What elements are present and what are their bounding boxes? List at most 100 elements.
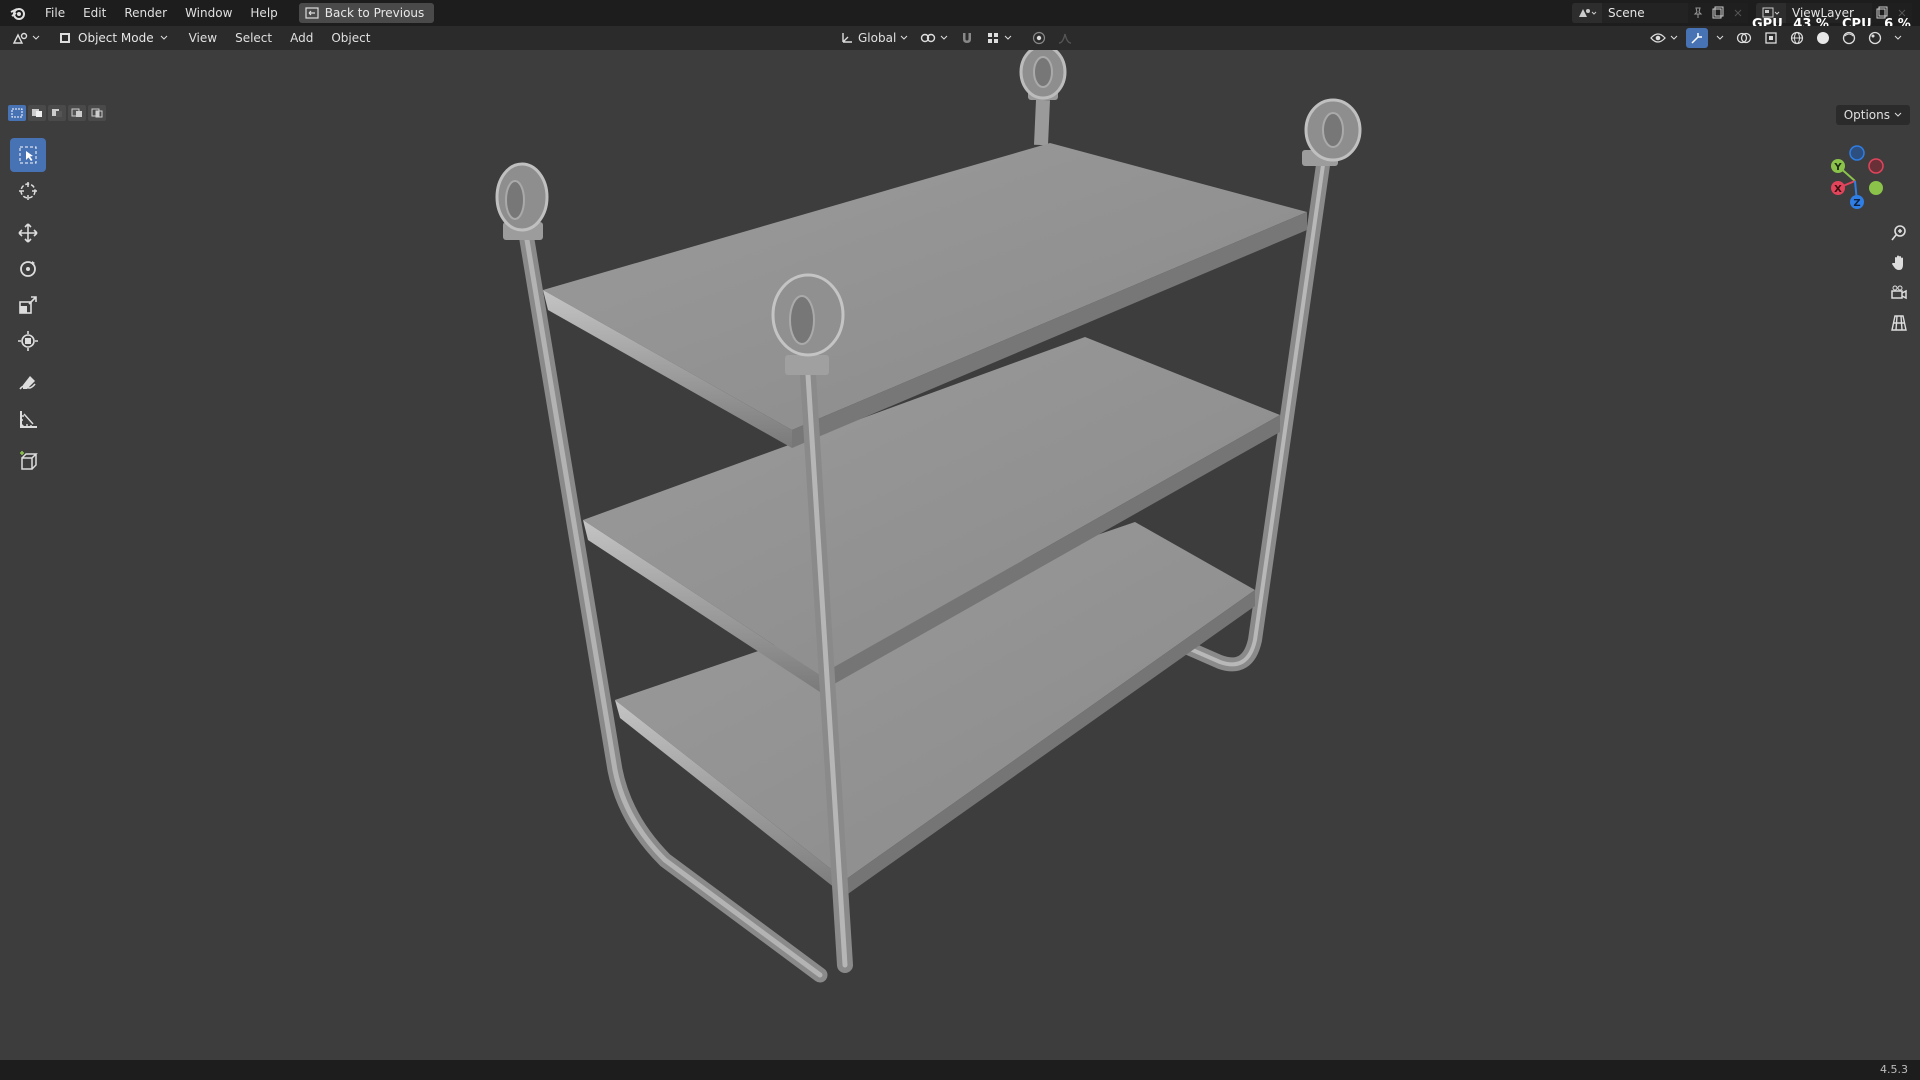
select-intersect-icon[interactable] [88,105,106,121]
status-bar: 4.5.3 [0,1060,1920,1080]
remove-scene-icon[interactable] [1728,3,1748,23]
chevron-down-icon [32,35,40,40]
blender-logo-icon[interactable] [8,3,28,23]
viewport-header: Object Mode View Select Add Object Globa… [0,26,1920,50]
overlays-icon [1736,32,1752,44]
chevron-down-icon [1716,35,1724,40]
shelf-model[interactable] [0,50,1920,1060]
eye-icon [1650,33,1666,43]
header-menu-object[interactable]: Object [322,29,379,47]
visibility-dropdown[interactable] [1646,28,1682,48]
blender-version: 4.5.3 [1880,1063,1908,1076]
header-menu-view[interactable]: View [180,29,226,47]
pivot-point-icon [921,33,936,43]
pivot-point-dropdown[interactable] [916,28,952,48]
transform-orientation-dropdown[interactable]: Global [836,28,912,48]
menu-edit[interactable]: Edit [74,3,115,23]
3d-viewport[interactable]: Options Y X Z [0,50,1920,1060]
transform-controls: Global [836,28,1076,48]
menu-help[interactable]: Help [241,3,286,23]
orientation-axes-icon [842,33,852,43]
caster-front-left [495,162,549,240]
select-new-icon[interactable] [8,105,26,121]
scale-tool-icon[interactable] [10,288,46,322]
wireframe-shading-button[interactable] [1786,28,1808,48]
caster-back-right [1302,98,1362,166]
caster-back-left [1019,50,1067,100]
gizmo-neg-y-icon[interactable] [1869,181,1883,195]
blender-window: File Edit Render Window Help Back to Pre… [0,0,1920,1080]
add-cube-tool-icon[interactable] [10,444,46,478]
proportional-editing-toggle[interactable] [1028,28,1050,48]
scene-name-field[interactable]: Scene [1602,3,1688,23]
chevron-down-icon [160,35,167,40]
gizmo-y-label: Y [1833,162,1842,173]
measure-tool-icon[interactable] [10,402,46,436]
gizmo-toggle[interactable] [1686,28,1708,48]
header-menu-add[interactable]: Add [281,29,322,47]
snap-increment-icon [988,33,999,43]
move-tool-icon[interactable] [10,216,46,250]
object-mode-dropdown[interactable]: Object Mode [52,28,174,48]
annotate-tool-icon[interactable] [10,366,46,400]
scene-icon[interactable] [1572,3,1602,23]
gizmo-dropdown[interactable] [1712,28,1728,48]
solid-sphere-icon [1817,32,1829,44]
xray-toggle[interactable] [1760,28,1782,48]
menu-window[interactable]: Window [176,3,241,23]
magnet-icon [963,33,972,43]
pan-hand-icon[interactable] [1886,250,1912,276]
chevron-down-icon [1894,35,1902,40]
wireframe-sphere-icon [1790,31,1804,45]
viewport-shading-controls [1646,28,1906,48]
gizmo-neg-x-icon[interactable] [1868,158,1884,174]
menu-file[interactable]: File [36,3,74,23]
gizmo-neg-z-icon[interactable] [1849,145,1865,161]
gizmo-icon [1691,33,1702,44]
chevron-down-icon [900,35,908,40]
rendered-sphere-icon [1868,31,1882,45]
chevron-down-icon [1894,112,1902,117]
transform-orientation-label: Global [858,31,897,45]
header-menu-select[interactable]: Select [226,29,281,47]
viewport-navigation-buttons [1886,220,1912,340]
proportional-falloff-dropdown[interactable] [1054,28,1076,48]
screen-back-icon [305,7,319,19]
top-menu-bar: File Edit Render Window Help Back to Pre… [0,0,1920,32]
viewport-options-button[interactable]: Options [1835,105,1910,125]
options-label: Options [1843,108,1890,122]
rendered-shading-button[interactable] [1864,28,1886,48]
scene-selector[interactable]: Scene [1572,3,1748,23]
select-subtract-icon[interactable] [48,105,66,121]
chevron-down-icon [1004,35,1012,40]
cursor-tool-icon[interactable] [10,174,46,208]
select-invert-icon[interactable] [68,105,86,121]
3d-viewport-icon [12,32,28,44]
material-sphere-icon [1842,31,1856,45]
xray-icon [1765,32,1777,44]
back-to-previous-button[interactable]: Back to Previous [298,3,435,23]
snap-target-dropdown[interactable] [982,28,1016,48]
gizmo-z-label: Z [1853,198,1860,209]
camera-view-icon[interactable] [1886,280,1912,306]
solid-shading-button[interactable] [1812,28,1834,48]
back-to-previous-label: Back to Previous [324,6,425,20]
select-box-tool-icon[interactable] [10,138,46,172]
chevron-down-icon [1670,35,1678,40]
material-preview-button[interactable] [1838,28,1860,48]
pin-icon[interactable] [1688,3,1708,23]
snap-toggle[interactable] [956,28,978,48]
shading-options-dropdown[interactable] [1890,28,1906,48]
transform-tool-icon[interactable] [10,324,46,358]
zoom-icon[interactable] [1886,220,1912,246]
perspective-grid-icon[interactable] [1886,310,1912,336]
rotate-tool-icon[interactable] [10,252,46,286]
object-mode-icon [60,33,70,43]
new-scene-icon[interactable] [1708,3,1728,23]
overlays-toggle[interactable] [1732,28,1756,48]
select-extend-icon[interactable] [28,105,46,121]
proportional-editing-icon [1033,31,1046,45]
navigation-gizmo[interactable]: Y X Z [1810,136,1900,226]
menu-render[interactable]: Render [115,3,176,23]
editor-type-selector[interactable] [6,28,46,48]
